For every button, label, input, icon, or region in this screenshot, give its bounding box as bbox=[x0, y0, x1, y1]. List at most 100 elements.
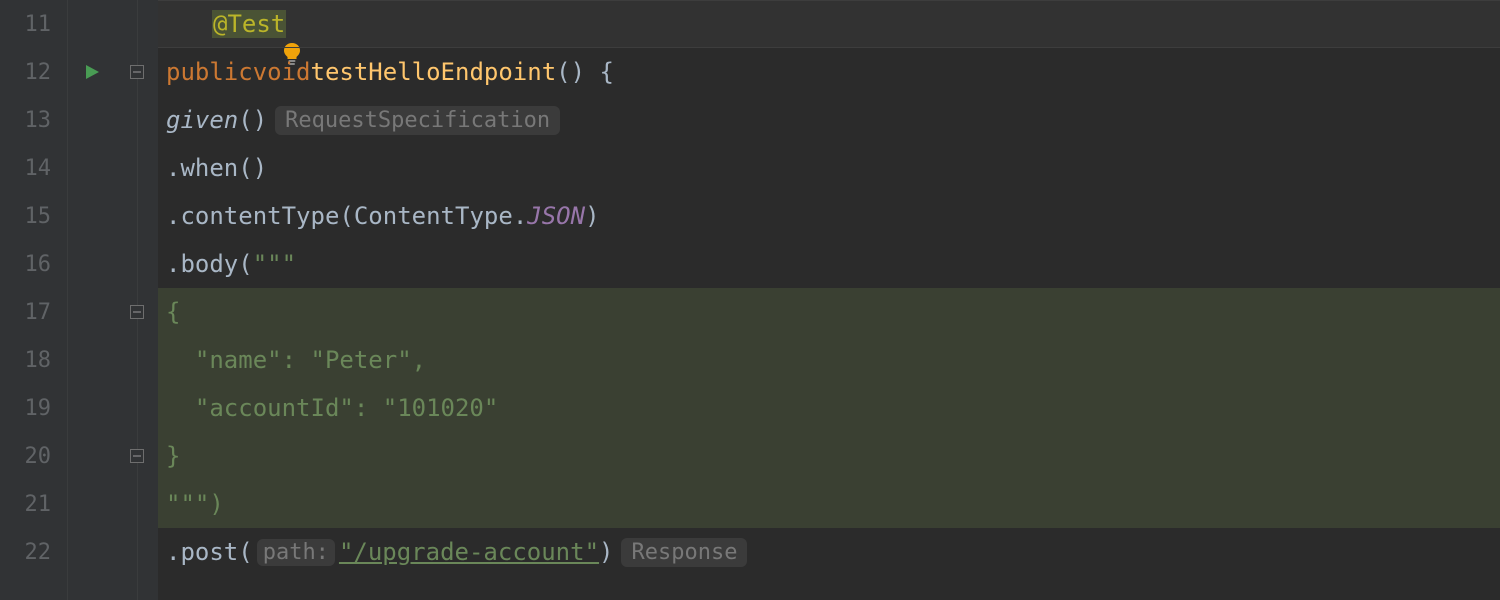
line-number: 14 bbox=[0, 144, 68, 192]
fold-end-icon[interactable] bbox=[130, 449, 144, 463]
fold-collapse-icon[interactable] bbox=[130, 65, 144, 79]
gutter-fold-col bbox=[116, 144, 158, 192]
line-number: 19 bbox=[0, 384, 68, 432]
method-call-token: given bbox=[166, 106, 238, 134]
inlay-hint: RequestSpecification bbox=[275, 106, 560, 135]
punct-token: . bbox=[166, 250, 180, 278]
line-content[interactable]: """) bbox=[158, 480, 1500, 528]
string-token: """ bbox=[253, 250, 296, 278]
method-call-token: body bbox=[180, 250, 238, 278]
punct-token: ( bbox=[238, 250, 252, 278]
code-line[interactable]: 11 @Test bbox=[0, 0, 1500, 48]
gutter-fold-col bbox=[116, 528, 158, 576]
line-content[interactable]: .post(path: "/upgrade-account")Response bbox=[158, 528, 1500, 576]
string-token: "accountId": "101020" bbox=[166, 394, 498, 422]
line-number: 16 bbox=[0, 240, 68, 288]
gutter-run-col bbox=[68, 384, 116, 432]
annotation-token: @Test bbox=[212, 10, 286, 38]
method-call-token: when bbox=[180, 154, 238, 182]
punct-token: ( bbox=[238, 538, 252, 566]
inlay-hint: path: bbox=[257, 539, 335, 566]
code-line[interactable]: 20 } bbox=[0, 432, 1500, 480]
gutter-fold-col bbox=[116, 192, 158, 240]
line-content[interactable]: @Test bbox=[158, 0, 1500, 48]
method-call-token: contentType bbox=[180, 202, 339, 230]
line-number: 21 bbox=[0, 480, 68, 528]
code-line[interactable]: 19 "accountId": "101020" bbox=[0, 384, 1500, 432]
gutter-run-col bbox=[68, 0, 116, 48]
punct-token: ( bbox=[339, 202, 353, 230]
line-number: 20 bbox=[0, 432, 68, 480]
code-line[interactable]: 14 .when() bbox=[0, 144, 1500, 192]
run-icon[interactable] bbox=[83, 63, 101, 81]
line-content[interactable]: "accountId": "101020" bbox=[158, 384, 1500, 432]
string-token: { bbox=[166, 298, 180, 326]
punct-token: . bbox=[166, 154, 180, 182]
string-token: "/upgrade-account" bbox=[339, 538, 599, 566]
gutter-run-col bbox=[68, 96, 116, 144]
gutter-run-col bbox=[68, 192, 116, 240]
line-content[interactable]: { bbox=[158, 288, 1500, 336]
line-number: 17 bbox=[0, 288, 68, 336]
line-number: 18 bbox=[0, 336, 68, 384]
gutter-run-col bbox=[68, 336, 116, 384]
gutter-fold-col[interactable] bbox=[116, 432, 158, 480]
line-number: 11 bbox=[0, 0, 68, 48]
lightbulb-icon[interactable] bbox=[166, 14, 186, 34]
line-content[interactable]: .when() bbox=[158, 144, 1500, 192]
gutter-fold-col[interactable] bbox=[116, 288, 158, 336]
fold-collapse-icon[interactable] bbox=[130, 305, 144, 319]
line-content[interactable]: given() RequestSpecification bbox=[158, 96, 1500, 144]
line-content[interactable]: "name": "Peter", bbox=[158, 336, 1500, 384]
string-token: } bbox=[166, 442, 180, 470]
punct-token: ) bbox=[599, 538, 613, 566]
punct-token: () { bbox=[556, 58, 614, 86]
keyword-token: public bbox=[166, 58, 253, 86]
punct-token: . bbox=[166, 202, 180, 230]
gutter-run-col[interactable] bbox=[68, 48, 116, 96]
code-line[interactable]: 21 """) bbox=[0, 480, 1500, 528]
code-line[interactable]: 13 given() RequestSpecification bbox=[0, 96, 1500, 144]
gutter-fold-col bbox=[116, 336, 158, 384]
string-token: """) bbox=[166, 490, 224, 518]
code-editor[interactable]: 11 @Test 12 public void testHelloEndpoin… bbox=[0, 0, 1500, 600]
line-number: 22 bbox=[0, 528, 68, 576]
line-content[interactable]: } bbox=[158, 432, 1500, 480]
gutter-run-col bbox=[68, 288, 116, 336]
gutter-fold-col bbox=[116, 240, 158, 288]
string-token: "name": "Peter", bbox=[166, 346, 426, 374]
punct-token: () bbox=[238, 154, 267, 182]
gutter-fold-col bbox=[116, 0, 158, 48]
gutter-run-col bbox=[68, 528, 116, 576]
method-call-token: post bbox=[180, 538, 238, 566]
punct-token: . bbox=[166, 538, 180, 566]
code-line[interactable]: 12 public void testHelloEndpoint() { bbox=[0, 48, 1500, 96]
class-token: ContentType bbox=[354, 202, 513, 230]
line-number: 15 bbox=[0, 192, 68, 240]
code-line[interactable]: 18 "name": "Peter", bbox=[0, 336, 1500, 384]
line-content[interactable] bbox=[158, 576, 1500, 600]
punct-token: ) bbox=[585, 202, 599, 230]
line-number: 13 bbox=[0, 96, 68, 144]
gutter-run-col bbox=[68, 240, 116, 288]
code-line[interactable]: 16 .body(""" bbox=[0, 240, 1500, 288]
code-line[interactable]: 17 { bbox=[0, 288, 1500, 336]
line-content[interactable]: .body(""" bbox=[158, 240, 1500, 288]
code-line[interactable]: 15 .contentType(ContentType.JSON) bbox=[0, 192, 1500, 240]
code-line[interactable]: 22 .post(path: "/upgrade-account")Respon… bbox=[0, 528, 1500, 576]
gutter-run-col bbox=[68, 576, 116, 600]
line-content[interactable]: public void testHelloEndpoint() { bbox=[158, 48, 1500, 96]
keyword-token: void bbox=[253, 58, 311, 86]
gutter-run-col bbox=[68, 480, 116, 528]
gutter-fold-col bbox=[116, 576, 158, 600]
line-content[interactable]: .contentType(ContentType.JSON) bbox=[158, 192, 1500, 240]
gutter-run-col bbox=[68, 144, 116, 192]
gutter-fold-col[interactable] bbox=[116, 48, 158, 96]
gutter-run-col bbox=[68, 432, 116, 480]
gutter-fold-col bbox=[116, 96, 158, 144]
method-token: testHelloEndpoint bbox=[311, 58, 557, 86]
punct-token: () bbox=[238, 106, 267, 134]
constant-token: JSON bbox=[527, 202, 585, 230]
gutter-fold-col bbox=[116, 480, 158, 528]
code-line[interactable] bbox=[0, 576, 1500, 600]
